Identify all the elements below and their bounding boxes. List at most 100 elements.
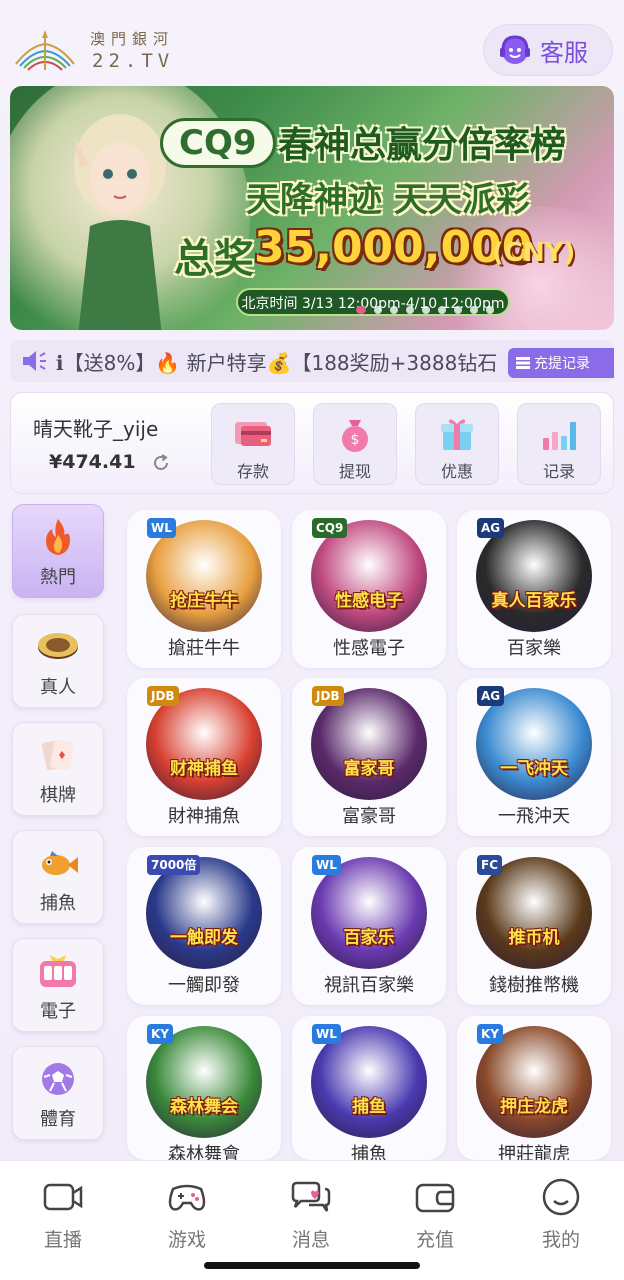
banner-dot[interactable]	[422, 306, 430, 314]
banner-dot[interactable]	[438, 306, 446, 314]
deposit-withdraw-record-label: 充提记录	[534, 356, 590, 372]
game-provider-badge: KY	[147, 1024, 173, 1044]
game-provider-badge: FC	[477, 855, 503, 875]
game-card[interactable]: 富家哥 JDB 富豪哥	[292, 678, 446, 836]
category-sports-label: 體育	[40, 1109, 76, 1130]
game-provider-badge: WL	[147, 518, 176, 538]
game-card[interactable]: 森林舞会 KY 森林舞會	[127, 1016, 281, 1165]
nav-games[interactable]: 游戏	[142, 1177, 232, 1252]
customer-service-label: 客服	[540, 38, 588, 67]
banner-prize-amount: 35,000,000	[254, 222, 533, 273]
svg-text:$: $	[351, 432, 360, 448]
category-fishing-label: 捕魚	[40, 893, 76, 914]
chip-icon	[38, 633, 78, 659]
game-card[interactable]: 真人百家乐 AG 百家樂	[457, 510, 611, 668]
banner-brand-logo: CQ9	[160, 118, 276, 168]
username: 晴天靴子_yije	[33, 417, 159, 441]
game-thumbnail-title: 一飞冲天	[500, 759, 568, 779]
nav-messages[interactable]: 消息	[266, 1177, 356, 1252]
game-thumbnail-title: 百家乐	[343, 928, 395, 948]
category-hot-label: 熱門	[40, 567, 76, 588]
game-name: 一飛沖天	[498, 806, 570, 827]
gamepad-icon	[168, 1184, 206, 1211]
category-fishing[interactable]: 捕魚	[12, 830, 104, 924]
game-thumbnail-title: 押庄龙虎	[500, 1097, 568, 1117]
game-card[interactable]: 一飞冲天 AG 一飛沖天	[457, 678, 611, 836]
game-thumbnail-title: 一触即发	[170, 928, 238, 948]
user-panel: 晴天靴子_yije ¥474.41 存款 $ 提现 优惠 记录	[10, 392, 614, 494]
category-slots[interactable]: 電子	[12, 938, 104, 1032]
category-chess-cards[interactable]: 棋牌	[12, 722, 104, 816]
speaker-icon	[23, 351, 46, 371]
banner-dot[interactable]	[356, 306, 366, 314]
nav-live-label: 直播	[43, 1229, 82, 1251]
game-name: 一觸即發	[168, 975, 240, 996]
gift-icon	[441, 419, 473, 450]
chart-icon	[543, 422, 576, 450]
category-slots-label: 電子	[40, 1001, 76, 1022]
banner-dot[interactable]	[470, 306, 478, 314]
banner-dot[interactable]	[374, 306, 382, 314]
category-sports[interactable]: 體育	[12, 1046, 104, 1140]
logo-title: 澳門銀河	[90, 30, 175, 48]
banner-dot[interactable]	[390, 306, 398, 314]
records-button[interactable]: 记录	[517, 403, 601, 485]
deposit-label: 存款	[236, 462, 269, 481]
game-card[interactable]: 押庄龙虎 KY 押莊龍虎	[457, 1016, 611, 1165]
game-provider-badge: JDB	[147, 686, 179, 706]
home-indicator	[204, 1262, 420, 1269]
customer-service-button[interactable]: 客服	[483, 24, 613, 76]
game-name: 百家樂	[507, 638, 561, 659]
wallet-icon	[415, 1183, 455, 1213]
banner-dot[interactable]	[486, 306, 494, 314]
smiley-profile-icon	[542, 1178, 580, 1216]
balance: ¥474.41	[49, 451, 136, 473]
game-card[interactable]: 抢庄牛牛 WL 搶莊牛牛	[127, 510, 281, 668]
banner-dot[interactable]	[406, 306, 414, 314]
promotions-button[interactable]: 优惠	[415, 403, 499, 485]
nav-profile[interactable]: 我的	[516, 1177, 606, 1252]
game-card[interactable]: 财神捕鱼 JDB 財神捕魚	[127, 678, 281, 836]
game-name: 性感電子	[333, 638, 405, 659]
cards-icon	[41, 739, 74, 771]
refresh-icon[interactable]	[151, 453, 171, 473]
logo-book-icon	[15, 30, 75, 71]
game-card[interactable]: 百家乐 WL 視訊百家樂	[292, 847, 446, 1005]
nav-profile-label: 我的	[541, 1229, 580, 1251]
money-bag-icon: $	[342, 420, 368, 452]
banner-prize-currency: (CNY)	[492, 238, 576, 268]
game-thumbnail-title: 真人百家乐	[491, 591, 577, 611]
withdraw-button[interactable]: $ 提现	[313, 403, 397, 485]
game-name: 視訊百家樂	[324, 975, 414, 996]
game-thumbnail-title: 财神捕鱼	[170, 759, 238, 779]
game-provider-badge: 7000倍	[147, 855, 201, 875]
banner-pagination	[356, 306, 494, 314]
withdraw-label: 提现	[338, 462, 371, 481]
game-thumbnail-title: 抢庄牛牛	[170, 591, 238, 611]
game-provider-badge: JDB	[312, 686, 344, 706]
promo-banner[interactable]: CQ9 春神总赢分倍率榜 天降神迹 天天派彩 总奖 35,000,000 (CN…	[10, 86, 614, 330]
nav-live[interactable]: 直播	[18, 1177, 108, 1252]
card-icon	[235, 422, 271, 446]
game-thumbnail-title: 推币机	[508, 928, 560, 948]
banner-title: 春神总赢分倍率榜	[278, 125, 567, 166]
game-provider-badge: WL	[312, 1024, 341, 1044]
category-hot[interactable]: 熱門	[12, 504, 104, 598]
deposit-button[interactable]: 存款	[211, 403, 295, 485]
nav-messages-label: 消息	[291, 1229, 330, 1251]
game-provider-badge: WL	[312, 855, 341, 875]
nav-recharge[interactable]: 充值	[390, 1177, 480, 1252]
promotions-label: 优惠	[440, 462, 473, 481]
game-name: 財神捕魚	[168, 806, 240, 827]
game-card[interactable]: 推币机 FC 錢樹推幣機	[457, 847, 611, 1005]
category-live[interactable]: 真人	[12, 614, 104, 708]
fish-icon	[42, 851, 78, 875]
banner-dot[interactable]	[454, 306, 462, 314]
game-provider-badge: AG	[477, 686, 505, 706]
game-card[interactable]: 捕鱼 WL 捕魚	[292, 1016, 446, 1165]
deposit-withdraw-record-button[interactable]: 充提记录	[508, 348, 614, 378]
game-thumbnail-title: 森林舞会	[170, 1097, 238, 1117]
nav-games-label: 游戏	[167, 1229, 206, 1251]
game-card[interactable]: 性感电子 CQ9 性感電子	[292, 510, 446, 668]
game-card[interactable]: 一触即发 7000倍一觸即發	[127, 847, 281, 1005]
